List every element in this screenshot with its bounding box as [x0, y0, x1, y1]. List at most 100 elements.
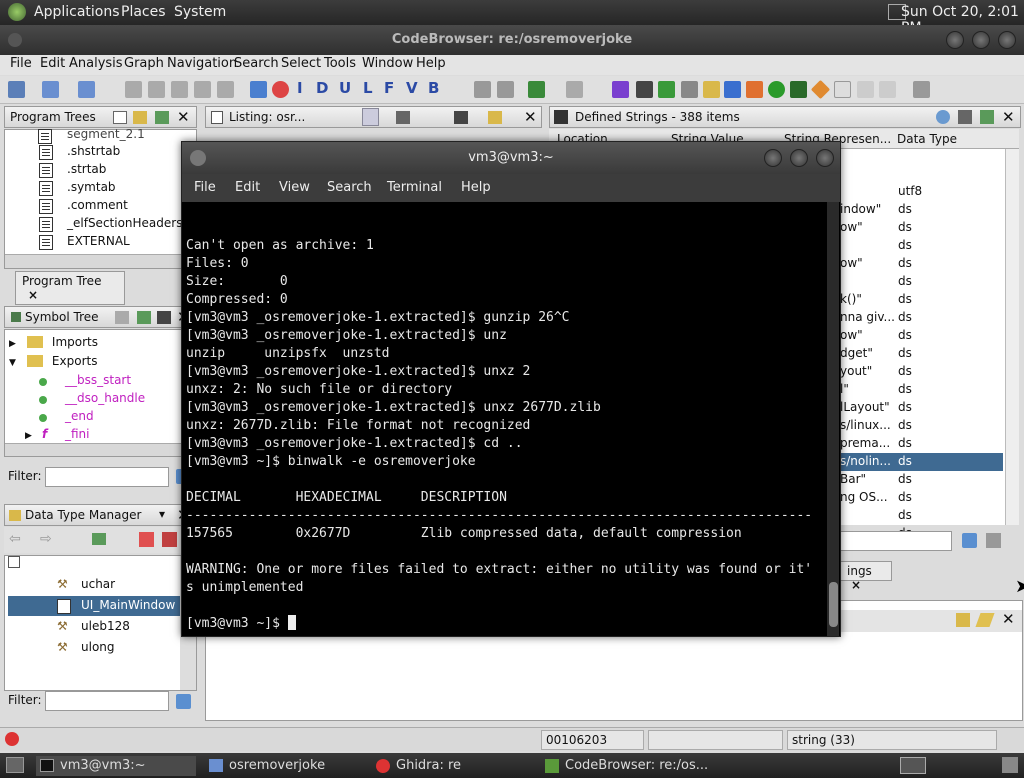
list-icon[interactable] [958, 110, 972, 124]
menu-window[interactable]: Window [362, 56, 413, 71]
tool-icon-8[interactable] [790, 81, 807, 98]
nav-icon-5[interactable] [217, 81, 234, 98]
tree-node-imports[interactable]: ▶ Imports [9, 335, 98, 349]
table-row[interactable]: nna giv... ds [840, 309, 1003, 327]
action-icon[interactable] [92, 533, 106, 545]
tool-icon-11[interactable] [879, 81, 896, 98]
settings-icon[interactable] [986, 533, 1001, 548]
table-row[interactable]: Bar" ds [840, 471, 1003, 489]
bookmark-button[interactable]: B [428, 79, 439, 97]
table-row[interactable]: ow" ds [840, 219, 1003, 237]
tool-icon-9[interactable] [834, 81, 851, 98]
places-menu[interactable]: Places [121, 4, 166, 20]
data-type-item[interactable]: uchar [81, 577, 115, 591]
tool-icon-10[interactable] [857, 81, 874, 98]
table-row[interactable]: indow" ds [840, 201, 1003, 219]
run-icon[interactable] [768, 81, 785, 98]
symbol-item[interactable]: _fini [65, 427, 90, 441]
label-button[interactable]: L [363, 79, 373, 97]
menu-select[interactable]: Select [281, 56, 321, 71]
close-icon[interactable] [816, 149, 834, 167]
close-icon[interactable]: ✕ [177, 108, 190, 126]
tool-icon-6[interactable] [724, 81, 741, 98]
menu-help[interactable]: Help [416, 56, 446, 71]
maximize-icon[interactable] [972, 31, 990, 49]
redo-icon[interactable] [566, 81, 583, 98]
filter-options-icon[interactable] [962, 533, 977, 548]
lock-icon[interactable] [956, 613, 970, 627]
nav-icon-4[interactable] [194, 81, 211, 98]
taskbar-item-ghidra[interactable]: Ghidra: re [372, 756, 532, 776]
action-icon[interactable] [137, 311, 151, 324]
maximize-icon[interactable] [790, 149, 808, 167]
terminal-menu-help[interactable]: Help [461, 180, 491, 195]
menu-graph[interactable]: Graph [124, 56, 164, 71]
strings-filter-input[interactable] [840, 531, 952, 551]
terminal-menu-terminal[interactable]: Terminal [387, 180, 442, 195]
menu-navigation[interactable]: Navigation [167, 56, 237, 71]
action-icon[interactable] [488, 111, 502, 124]
vertical-scrollbar[interactable] [1005, 149, 1019, 525]
data-type-item[interactable]: ulong [81, 640, 115, 654]
close-tab-icon[interactable]: × [28, 288, 38, 302]
cursor-tool-icon[interactable] [362, 108, 379, 126]
workspace-switcher[interactable] [900, 757, 926, 774]
filter-icon[interactable] [162, 532, 177, 547]
filter-icon[interactable] [139, 532, 154, 547]
forward-icon[interactable] [78, 81, 95, 98]
close-tab-icon[interactable]: × [851, 578, 861, 592]
back-icon[interactable]: ⇦ [9, 531, 21, 547]
refresh-icon[interactable] [936, 110, 950, 124]
taskbar-item-codebrowser[interactable]: CodeBrowser: re:/os... [541, 756, 721, 776]
disassemble-button[interactable]: I [297, 79, 303, 97]
menu-edit[interactable]: Edit [40, 56, 65, 71]
terminal-menu-search[interactable]: Search [327, 180, 372, 195]
undefined-button[interactable]: U [339, 79, 351, 97]
close-icon[interactable] [998, 31, 1016, 49]
tree-item[interactable]: .comment [39, 198, 128, 214]
gnome-foot-icon[interactable] [8, 3, 26, 21]
tree-item[interactable]: .symtab [39, 180, 116, 196]
horizontal-scrollbar[interactable] [5, 443, 196, 456]
tool-icon-5[interactable] [681, 81, 698, 98]
terminal-output[interactable]: Can't open as archive: 1 Files: 0 Size: … [182, 202, 827, 636]
check-icon[interactable] [612, 81, 629, 98]
window-menu-icon[interactable] [8, 33, 22, 47]
horizontal-scrollbar[interactable] [5, 254, 196, 268]
terminal-menu-file[interactable]: File [194, 180, 216, 195]
tool-icon-12[interactable] [913, 81, 930, 98]
tree-item[interactable]: .shstrtab [39, 144, 120, 160]
nav-icon-1[interactable] [125, 81, 142, 98]
function-button[interactable]: F [384, 79, 394, 97]
nav-icon-2[interactable] [148, 81, 165, 98]
tree-item[interactable]: .strtab [39, 162, 106, 178]
taskbar-item-osremoverjoke[interactable]: osremoverjoke [205, 756, 365, 776]
stop-icon[interactable] [272, 81, 289, 98]
action-icon[interactable] [396, 111, 410, 124]
nav-icon-3[interactable] [171, 81, 188, 98]
close-icon[interactable]: ✕ [524, 108, 537, 126]
tool-icon-2[interactable] [497, 81, 514, 98]
forward-icon[interactable]: ⇨ [40, 531, 52, 547]
terminal-menu-edit[interactable]: Edit [235, 180, 260, 195]
tab-program-tree[interactable]: Program Tree × [15, 271, 125, 305]
menu-analysis[interactable]: Analysis [69, 56, 123, 71]
undo-icon[interactable] [528, 81, 545, 98]
tool-icon-4[interactable] [658, 81, 675, 98]
table-row[interactable]: ng OS... ds [840, 489, 1003, 507]
tool-icon-7[interactable] [746, 81, 763, 98]
tree-action-icon[interactable] [155, 111, 169, 124]
action-icon[interactable] [157, 311, 171, 324]
action-icon[interactable] [115, 311, 129, 324]
dropdown-icon[interactable]: ▾ [159, 507, 165, 521]
edit-icon[interactable] [975, 613, 995, 627]
snapshot-icon[interactable] [454, 111, 468, 124]
applications-menu[interactable]: Applications [34, 4, 120, 20]
data-button[interactable]: D [316, 79, 328, 97]
table-row[interactable]: ds [840, 237, 1003, 255]
down-arrow-icon[interactable] [250, 81, 267, 98]
table-row[interactable]: s/linux... ds [840, 417, 1003, 435]
open-folder-icon[interactable] [133, 111, 147, 124]
filter-options-icon[interactable] [176, 694, 191, 709]
collapse-icon[interactable] [8, 556, 20, 568]
